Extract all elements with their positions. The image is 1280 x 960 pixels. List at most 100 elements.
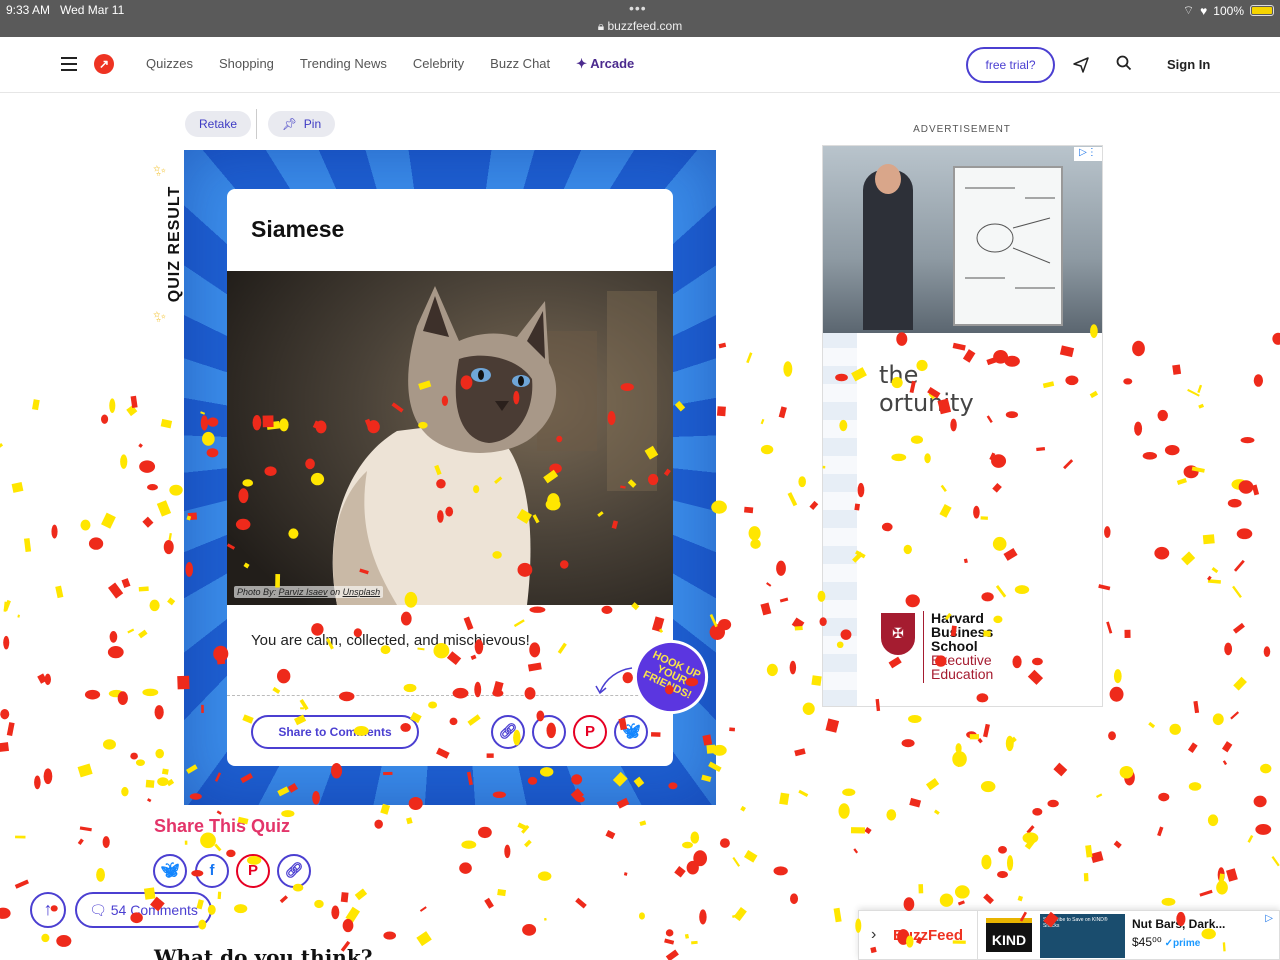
- confetti-piece: [14, 879, 29, 889]
- ad-choices-icon[interactable]: ▷: [1265, 913, 1273, 924]
- pinterest-icon: P: [584, 723, 595, 740]
- confetti-piece: [969, 734, 980, 740]
- pinterest-share-button[interactable]: P: [573, 715, 607, 749]
- confetti-piece: [102, 836, 110, 848]
- harvard-shield-icon: ✠: [881, 613, 915, 655]
- confetti-piece: [665, 929, 674, 937]
- confetti-piece: [740, 805, 746, 812]
- butterfly-icon: 🦋︎: [621, 723, 641, 740]
- confetti-piece: [504, 844, 511, 859]
- confetti-piece: [139, 460, 156, 473]
- result-title: Siamese: [251, 216, 345, 242]
- confetti-piece: [459, 862, 472, 874]
- confetti-piece: [340, 892, 349, 903]
- confetti-piece: [1260, 763, 1272, 774]
- credit-author-link[interactable]: Parviz Isaev: [279, 587, 328, 597]
- confetti-piece: [108, 689, 124, 698]
- confetti-piece: [517, 822, 527, 830]
- quiz-result-label: ✨︎ QUIZ RESULT ✨︎: [153, 163, 183, 335]
- confetti-piece: [1181, 551, 1196, 566]
- chevron-right-icon[interactable]: ›: [871, 926, 876, 944]
- confetti-piece: [665, 949, 679, 960]
- product-name[interactable]: Nut Bars, Dark...: [1132, 917, 1225, 931]
- pin-button[interactable]: 📌︎ Pin: [268, 111, 335, 137]
- confetti-piece: [56, 935, 72, 947]
- confetti-piece: [778, 406, 787, 419]
- confetti-piece: [853, 848, 859, 854]
- facebook-icon: f: [209, 862, 215, 879]
- nav-link-shopping[interactable]: Shopping: [219, 56, 274, 72]
- confetti-piece: [639, 820, 647, 827]
- sticky-shopping-ad[interactable]: › BuzzFeed KIND Subscribe to Save on KIN…: [858, 910, 1280, 960]
- hbs-advertisement[interactable]: ▷⋮ the ortunity ✠ Harvard Business Schoo…: [822, 145, 1103, 707]
- nav-link-trending-news[interactable]: Trending News: [300, 56, 387, 72]
- pin-label: Pin: [303, 117, 322, 131]
- confetti-piece: [1271, 855, 1280, 867]
- what-do-you-think-heading: What do you think?: [154, 945, 373, 960]
- confetti-piece: [1216, 880, 1228, 895]
- confetti-piece: [107, 582, 124, 599]
- confetti-piece: [1148, 721, 1156, 729]
- confetti-piece: [686, 860, 699, 875]
- search-icon[interactable]: [1116, 55, 1132, 76]
- pinterest-quiz-share-button[interactable]: P: [236, 854, 270, 888]
- send-icon[interactable]: [1073, 57, 1089, 78]
- menu-icon[interactable]: [61, 57, 77, 71]
- ad-choices-icon[interactable]: ▷⋮: [1074, 147, 1102, 161]
- confetti-piece: [746, 352, 753, 364]
- facebook-quiz-share-button[interactable]: f: [195, 854, 229, 888]
- confetti-piece: [1193, 700, 1200, 714]
- nav-link-celebrity[interactable]: Celebrity: [413, 56, 464, 72]
- confetti-piece: [1124, 769, 1135, 786]
- credit-site-link[interactable]: Unsplash: [343, 587, 381, 597]
- copy-quiz-link-button[interactable]: 🔗︎: [277, 854, 311, 888]
- pin-icon: 📌︎: [281, 117, 298, 131]
- confetti-piece: [833, 907, 842, 923]
- confetti-piece: [1227, 498, 1242, 508]
- confetti-piece: [121, 786, 129, 797]
- confetti-piece: [1238, 480, 1254, 494]
- more-dots-icon[interactable]: •••: [629, 0, 647, 16]
- confetti-piece: [1207, 814, 1219, 827]
- confetti-piece: [1106, 621, 1113, 634]
- confetti-piece: [966, 731, 977, 739]
- address-bar[interactable]: 🔒︎ buzzfeed.com: [0, 19, 1280, 34]
- nav-link-quizzes[interactable]: Quizzes: [146, 56, 193, 72]
- brand-line3: School: [931, 638, 978, 654]
- confetti-piece: [79, 826, 92, 832]
- copy-link-button[interactable]: 🔗︎: [491, 715, 525, 749]
- confetti-piece: [981, 854, 992, 870]
- free-trial-button[interactable]: free trial?: [966, 47, 1055, 83]
- confetti-piece: [1104, 526, 1111, 538]
- nav-link-buzz-chat[interactable]: Buzz Chat: [490, 56, 550, 72]
- sparkle-icon: ✦: [576, 56, 588, 71]
- confetti-piece: [34, 775, 41, 790]
- confetti-piece: [983, 723, 990, 738]
- confetti-piece: [1211, 567, 1219, 574]
- confetti-piece: [998, 846, 1007, 854]
- confetti-piece: [166, 778, 175, 787]
- sign-in-link[interactable]: Sign In: [1167, 57, 1210, 72]
- confetti-piece: [226, 849, 236, 858]
- confetti-piece: [850, 827, 866, 834]
- bluesky-quiz-share-button[interactable]: 🦋︎: [153, 854, 187, 888]
- ad-brand: Harvard Business School Executive Educat…: [923, 611, 993, 683]
- confetti-piece: [983, 893, 994, 905]
- confetti-piece: [161, 768, 169, 775]
- confetti-piece: [682, 841, 693, 849]
- link-icon: 🔗︎: [498, 723, 518, 740]
- confetti-piece: [0, 742, 10, 753]
- comments-button[interactable]: 🗨︎ 54 Comments: [75, 892, 212, 928]
- bluesky-share-button[interactable]: 🦋︎: [614, 715, 648, 749]
- scroll-to-top-button[interactable]: ↑: [30, 892, 66, 928]
- retake-button[interactable]: Retake: [185, 111, 251, 137]
- trending-logo-icon[interactable]: ↗: [94, 54, 114, 74]
- confetti-piece: [1024, 838, 1036, 850]
- prime-badge: ✓prime: [1164, 938, 1201, 949]
- confetti-piece: [138, 586, 149, 592]
- url-text: buzzfeed.com: [607, 19, 683, 33]
- share-to-comments-button[interactable]: Share to Comments: [251, 715, 419, 749]
- nav-link-arcade[interactable]: ✦ Arcade: [576, 56, 634, 72]
- confetti-piece: [955, 743, 962, 754]
- facebook-share-button[interactable]: f: [532, 715, 566, 749]
